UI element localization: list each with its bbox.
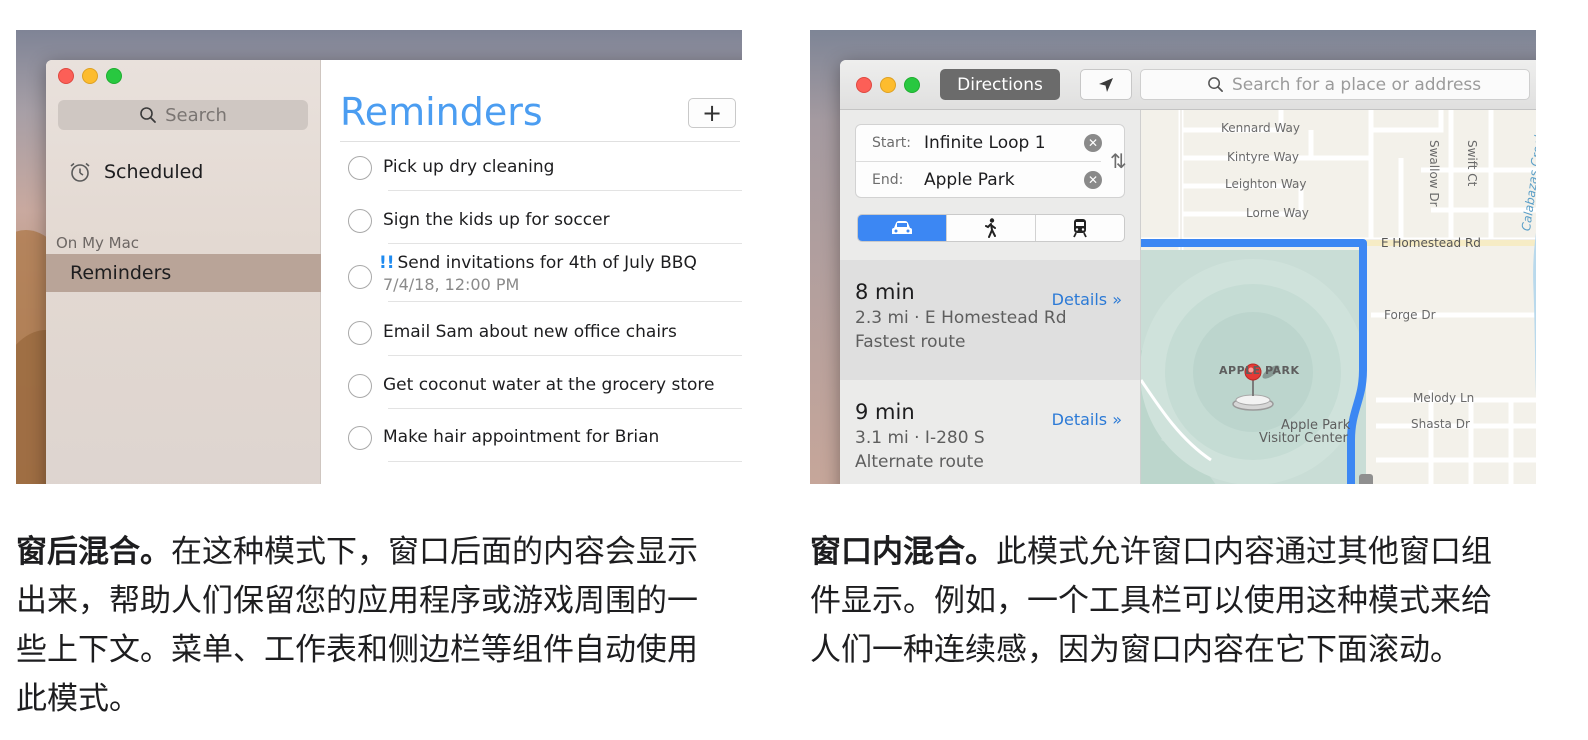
search-icon (140, 107, 156, 123)
street-label: Lorne Way (1246, 206, 1309, 220)
maps-window: Directions Search for a place or address (840, 60, 1536, 484)
search-icon (1208, 77, 1223, 92)
route-distance: 2.3 mi · E Homestead Rd (855, 308, 1067, 328)
clear-end-icon[interactable]: ✕ (1084, 171, 1102, 189)
route-note: Fastest route (855, 332, 966, 352)
route-inputs: Start: Infinite Loop 1 ✕ End: Apple Park… (855, 124, 1127, 198)
reminder-text[interactable]: Pick up dry cleaning (383, 157, 554, 177)
directions-sidebar: Start: Infinite Loop 1 ✕ End: Apple Park… (840, 110, 1141, 484)
location-arrow-icon (1099, 77, 1113, 92)
caption-heading: 窗后混合。 (16, 534, 171, 570)
sidebar-item-scheduled[interactable]: Scheduled (68, 160, 203, 184)
street-label: Swallow Dr (1427, 140, 1441, 207)
alarm-clock-icon (70, 162, 90, 182)
list-title: Reminders (340, 90, 543, 134)
priority-marker: !! (379, 253, 395, 273)
divider (340, 141, 740, 142)
reminder-checkbox[interactable] (348, 426, 372, 450)
street-label: Leighton Way (1225, 177, 1307, 191)
end-field[interactable]: Apple Park (924, 170, 1084, 190)
street-label: E Homestead Rd (1381, 236, 1481, 250)
route-option[interactable]: 8 min 2.3 mi · E Homestead Rd Fastest ro… (840, 260, 1140, 380)
close-button[interactable] (856, 77, 872, 93)
search-placeholder: Search for a place or address (1232, 74, 1482, 95)
street-label: Kennard Way (1221, 121, 1300, 135)
car-icon (892, 221, 912, 234)
reminders-list-pane: Reminders + Pick up dry cleaning Sign th… (322, 60, 742, 484)
sidebar-item-reminders[interactable]: Reminders (46, 254, 321, 292)
maps-toolbar: Directions Search for a place or address (840, 60, 1536, 110)
divider (388, 243, 742, 244)
divider (388, 461, 742, 462)
minimize-button[interactable] (880, 77, 896, 93)
divider (388, 408, 742, 409)
start-label: Start: (872, 135, 911, 151)
minimize-button[interactable] (82, 68, 98, 84)
reminder-checkbox[interactable] (348, 321, 372, 345)
add-reminder-button[interactable]: + (688, 98, 736, 128)
zoom-button[interactable] (904, 77, 920, 93)
mode-transit[interactable] (1036, 215, 1124, 241)
maps-illustration: Directions Search for a place or address (810, 30, 1536, 484)
walking-icon (985, 218, 996, 238)
route-option[interactable]: 9 min 3.1 mi · I-280 S Alternate route D… (840, 380, 1140, 484)
reminder-text[interactable]: !! Send invitations for 4th of July BBQ (379, 253, 697, 273)
divider (388, 190, 742, 191)
reminders-illustration: Search Scheduled On My Mac Reminders Rem… (16, 30, 742, 484)
reminder-checkbox[interactable] (348, 265, 372, 289)
mode-walking[interactable] (947, 215, 1036, 241)
end-row: End: Apple Park ✕ (872, 162, 1102, 198)
reminder-text[interactable]: Get coconut water at the grocery store (383, 375, 715, 395)
clear-start-icon[interactable]: ✕ (1084, 134, 1102, 152)
directions-button[interactable]: Directions (940, 69, 1060, 100)
map-view[interactable]: Kennard Way Kintyre Way Leighton Way Lor… (1141, 110, 1536, 484)
divider (388, 355, 742, 356)
street-label: Forge Dr (1384, 308, 1436, 322)
reminder-due-date: 7/4/18, 12:00 PM (383, 275, 520, 294)
current-location-button[interactable] (1080, 69, 1132, 100)
reminder-checkbox[interactable] (348, 209, 372, 233)
poi-label: Visitor Center (1259, 431, 1348, 446)
window-controls (856, 77, 920, 93)
reminder-text[interactable]: Sign the kids up for soccer (383, 210, 610, 230)
reminder-title: Send invitations for 4th of July BBQ (397, 253, 697, 273)
caption-heading: 窗口内混合。 (810, 534, 996, 570)
end-label: End: (872, 172, 904, 188)
reminders-sidebar: Search Scheduled On My Mac Reminders (46, 60, 321, 484)
start-row: Start: Infinite Loop 1 ✕ (872, 125, 1102, 161)
reminder-checkbox[interactable] (348, 374, 372, 398)
divider (388, 301, 742, 302)
street-label: Kintyre Way (1227, 150, 1300, 164)
street-label: Shasta Dr (1411, 417, 1470, 431)
caption-within-window: 窗口内混合。此模式允许窗口内容通过其他窗口组件显示。例如，一个工具栏可以使用这种… (810, 528, 1520, 675)
sidebar-item-label: Scheduled (104, 161, 204, 183)
start-field[interactable]: Infinite Loop 1 (924, 133, 1084, 153)
sidebar-item-label: Reminders (70, 262, 172, 284)
route-note: Alternate route (855, 452, 984, 472)
reminder-text[interactable]: Email Sam about new office chairs (383, 322, 677, 342)
search-placeholder: Search (165, 104, 227, 126)
transit-icon (1073, 219, 1087, 238)
street-label: Swift Ct (1465, 140, 1479, 187)
sidebar-section-label: On My Mac (56, 234, 140, 252)
map-search-field[interactable]: Search for a place or address (1140, 69, 1530, 100)
zoom-button[interactable] (106, 68, 122, 84)
window-controls (58, 68, 122, 84)
caption-behind-window: 窗后混合。在这种模式下，窗口后面的内容会显示出来，帮助人们保留您的应用程序或游戏… (16, 528, 726, 724)
street-label: Melody Ln (1413, 391, 1475, 405)
reminder-checkbox[interactable] (348, 156, 372, 180)
poi-label: APPLE PARK (1219, 364, 1300, 377)
route-distance: 3.1 mi · I-280 S (855, 428, 985, 448)
reminders-window: Search Scheduled On My Mac Reminders Rem… (46, 60, 742, 484)
route-details-link[interactable]: Details » (1052, 290, 1122, 309)
reminders-search-field[interactable]: Search (58, 100, 308, 130)
reminder-text[interactable]: Make hair appointment for Brian (383, 427, 659, 447)
transport-mode-selector (857, 214, 1125, 242)
close-button[interactable] (58, 68, 74, 84)
swap-route-icon[interactable]: ⇅ (1110, 149, 1127, 173)
route-details-link[interactable]: Details » (1052, 410, 1122, 429)
mode-driving[interactable] (858, 215, 947, 241)
